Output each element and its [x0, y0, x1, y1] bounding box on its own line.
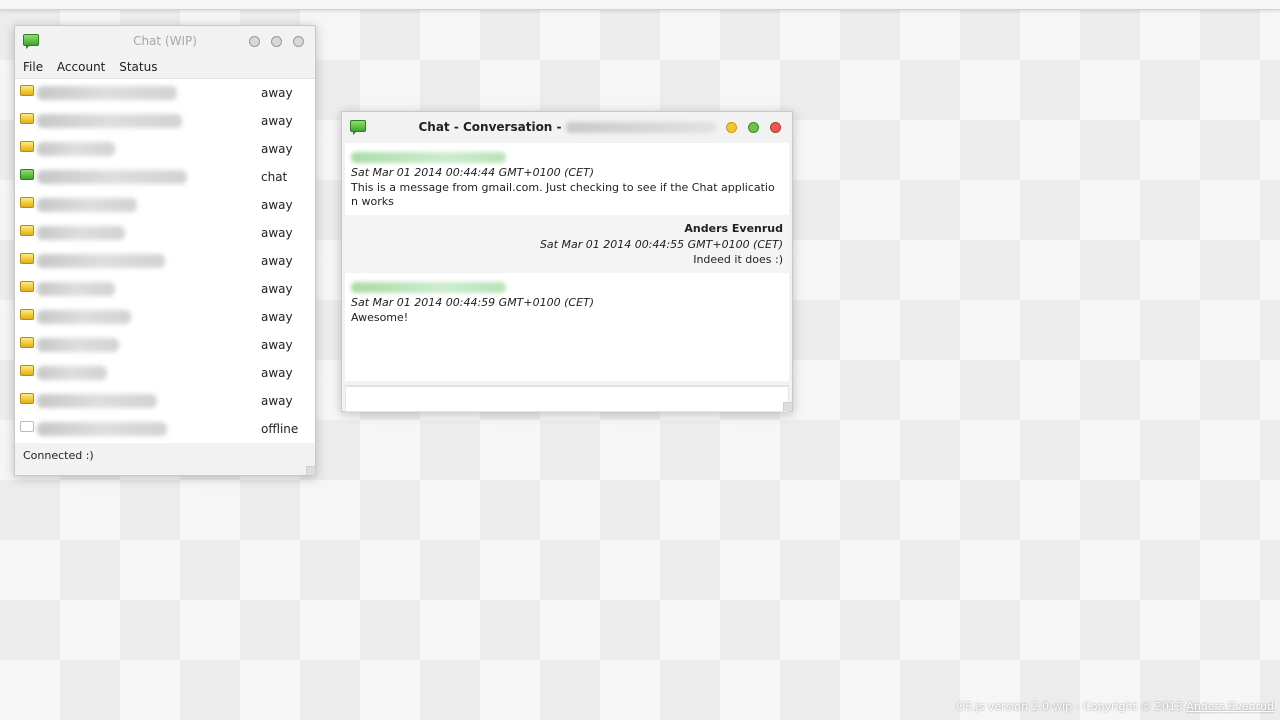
- conversation-window: Chat - Conversation - Sat Mar 01 2014 00…: [341, 111, 793, 412]
- resize-handle[interactable]: [783, 402, 792, 411]
- contact-item[interactable]: away: [15, 135, 315, 163]
- footer-text: OS.js version 2.0-wip - Copyright © 2013: [956, 700, 1183, 713]
- top-panel: [0, 0, 1280, 10]
- contact-name-blurred: [37, 310, 131, 324]
- contact-name-blurred: [37, 142, 115, 156]
- contact-name-blurred: [37, 198, 137, 212]
- contact-name-blurred: [37, 170, 187, 184]
- contact-item[interactable]: away: [15, 219, 315, 247]
- contact-status: away: [261, 254, 293, 268]
- message-sender-blurred: [351, 279, 783, 295]
- menu-file[interactable]: File: [23, 56, 43, 78]
- away-bubble-icon: [20, 309, 34, 320]
- contact-status: offline: [261, 422, 299, 436]
- away-bubble-icon: [20, 141, 34, 152]
- contact-name-blurred: [37, 338, 119, 352]
- menubar: File Account Status: [15, 56, 315, 78]
- away-bubble-icon: [20, 253, 34, 264]
- conversation-recipient-blurred: [565, 122, 716, 133]
- message-text: Indeed it does :): [693, 253, 783, 266]
- message-sender: Anders Evenrud: [684, 222, 783, 235]
- author-link[interactable]: Anders Evenrud: [1186, 700, 1274, 713]
- away-bubble-icon: [20, 113, 34, 124]
- message-timestamp: Sat Mar 01 2014 00:44:59 GMT+0100 (CET): [351, 296, 595, 309]
- contact-item[interactable]: away: [15, 191, 315, 219]
- away-bubble-icon: [20, 337, 34, 348]
- contact-name-blurred: [37, 114, 182, 128]
- contact-status: chat: [261, 170, 288, 184]
- contact-status: away: [261, 226, 293, 240]
- chat-window-titlebar[interactable]: Chat (WIP): [15, 26, 315, 56]
- contact-item[interactable]: away: [15, 79, 315, 107]
- contact-item[interactable]: away: [15, 387, 315, 415]
- contact-item[interactable]: away: [15, 303, 315, 331]
- away-bubble-icon: [20, 393, 34, 404]
- chat-window-title: Chat (WIP): [133, 34, 197, 48]
- contact-status: away: [261, 310, 293, 324]
- message: Anders Evenrud Sat Mar 01 2014 00:44:55 …: [345, 215, 789, 273]
- away-bubble-icon: [20, 225, 34, 236]
- message: Sat Mar 01 2014 00:44:59 GMT+0100 (CET) …: [345, 273, 789, 331]
- contact-status: away: [261, 338, 293, 352]
- chat-bubble-icon: [20, 169, 34, 180]
- resize-handle[interactable]: [306, 466, 315, 475]
- contact-status: away: [261, 114, 293, 128]
- contact-name-blurred: [37, 282, 115, 296]
- contact-status: away: [261, 366, 293, 380]
- message-timestamp: Sat Mar 01 2014 00:44:55 GMT+0100 (CET): [539, 238, 783, 251]
- contact-status: away: [261, 394, 293, 408]
- contact-name-blurred: [37, 394, 157, 408]
- contact-status: away: [261, 282, 293, 296]
- contact-item[interactable]: away: [15, 331, 315, 359]
- contact-status: away: [261, 86, 293, 100]
- contact-item[interactable]: away: [15, 275, 315, 303]
- away-bubble-icon: [20, 365, 34, 376]
- chat-statusbar: Connected :): [23, 449, 94, 462]
- message-sender-blurred: [351, 149, 783, 165]
- contact-name-blurred: [37, 86, 177, 100]
- message-timestamp: Sat Mar 01 2014 00:44:44 GMT+0100 (CET): [351, 166, 595, 179]
- message-text: Awesome!: [351, 311, 409, 324]
- minimize-button[interactable]: [726, 122, 737, 133]
- message-text: This is a message from gmail.com. Just c…: [351, 181, 775, 208]
- contact-status: away: [261, 198, 293, 212]
- contact-name-blurred: [37, 366, 107, 380]
- contact-name-blurred: [37, 226, 125, 240]
- menu-account[interactable]: Account: [57, 56, 105, 78]
- contact-item[interactable]: away: [15, 247, 315, 275]
- contact-item[interactable]: offline: [15, 415, 315, 443]
- menu-status[interactable]: Status: [119, 56, 157, 78]
- contact-name-blurred: [37, 254, 165, 268]
- desktop-footer: OS.js version 2.0-wip - Copyright © 2013…: [956, 700, 1274, 713]
- contact-item[interactable]: chat: [15, 163, 315, 191]
- away-bubble-icon: [20, 197, 34, 208]
- close-button[interactable]: [770, 122, 781, 133]
- close-button[interactable]: [293, 36, 304, 47]
- conversation-window-title: Chat - Conversation -: [342, 112, 792, 142]
- maximize-button[interactable]: [748, 122, 759, 133]
- contact-item[interactable]: away: [15, 359, 315, 387]
- message-list: Sat Mar 01 2014 00:44:44 GMT+0100 (CET) …: [345, 143, 789, 381]
- contact-item[interactable]: away: [15, 107, 315, 135]
- conversation-window-titlebar[interactable]: Chat - Conversation -: [342, 112, 792, 142]
- offline-icon: [20, 421, 34, 432]
- away-bubble-icon: [20, 281, 34, 292]
- minimize-button[interactable]: [249, 36, 260, 47]
- contact-list: away away away chat away away away away …: [15, 78, 315, 443]
- contact-name-blurred: [37, 422, 167, 436]
- away-bubble-icon: [20, 85, 34, 96]
- message-input[interactable]: [345, 385, 789, 412]
- chat-window: Chat (WIP) File Account Status away away…: [14, 25, 316, 476]
- contact-status: away: [261, 142, 293, 156]
- message: Sat Mar 01 2014 00:44:44 GMT+0100 (CET) …: [345, 143, 789, 215]
- maximize-button[interactable]: [271, 36, 282, 47]
